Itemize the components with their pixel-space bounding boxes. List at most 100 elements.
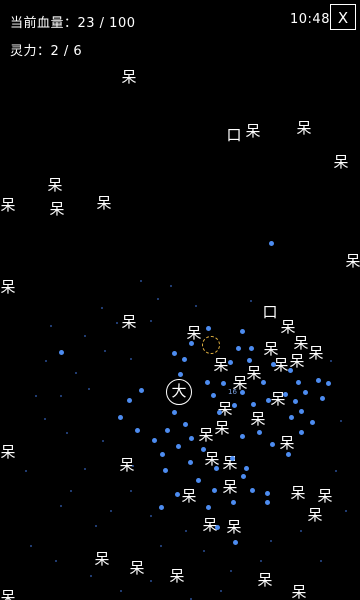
projectile-dot: [231, 500, 236, 505]
projectile-speck: [157, 298, 159, 300]
projectile-speck: [300, 530, 302, 532]
projectile-dot: [261, 380, 266, 385]
enemy-glyph: 呆: [290, 484, 306, 502]
projectile-dot: [189, 341, 194, 346]
projectile-dot: [118, 415, 123, 420]
spirit-label: 灵力：2 / 6: [10, 44, 83, 59]
projectile-dot: [214, 466, 219, 471]
projectile-dot: [211, 393, 216, 398]
enemy-glyph: 呆: [94, 550, 110, 568]
projectile-speck: [101, 307, 103, 309]
projectile-dot: [247, 358, 252, 363]
enemy-glyph: 呆: [257, 571, 273, 589]
enemy-glyph: 呆: [293, 334, 309, 352]
projectile-speck: [102, 440, 104, 442]
projectile-dot: [230, 456, 235, 461]
projectile-dot: [240, 434, 245, 439]
projectile-dot: [212, 488, 217, 493]
projectile-speck: [25, 470, 27, 472]
projectile-speck: [195, 305, 197, 307]
enemy-glyph: 呆: [121, 313, 137, 331]
projectile-speck: [45, 360, 47, 362]
projectile-dot: [160, 452, 165, 457]
projectile-dot: [241, 474, 246, 479]
tiny-number: 16: [228, 388, 237, 396]
projectile-speck: [140, 280, 142, 282]
projectile-dot: [296, 380, 301, 385]
enemy-glyph: 呆: [222, 478, 238, 496]
projectile-dot: [249, 346, 254, 351]
projectile-speck: [84, 335, 86, 337]
projectile-dot: [127, 398, 132, 403]
projectile-dot: [172, 351, 177, 356]
projectile-dot: [217, 410, 222, 415]
enemy-glyph: 呆: [279, 434, 295, 452]
projectile-speck: [345, 510, 347, 512]
projectile-dot: [303, 390, 308, 395]
projectile-dot: [215, 525, 220, 530]
projectile-dot: [236, 346, 241, 351]
enemy-glyph: 呆: [250, 410, 266, 428]
enemy-glyph: 呆: [345, 252, 360, 270]
projectile-dot: [257, 430, 262, 435]
projectile-speck: [70, 490, 72, 492]
projectile-speck: [340, 420, 342, 422]
projectile-speck: [330, 360, 332, 362]
projectile-speck: [260, 560, 262, 562]
projectile-dot: [265, 491, 270, 496]
enemy-glyph: 呆: [0, 278, 16, 296]
projectile-speck: [130, 490, 132, 492]
projectile-dot: [271, 362, 276, 367]
projectile-dot: [206, 326, 211, 331]
enemy-glyph: 呆: [214, 419, 230, 437]
enemy-glyph: 呆: [47, 176, 63, 194]
projectile-speck: [160, 545, 162, 547]
projectile-dot: [175, 492, 180, 497]
projectile-dot: [159, 505, 164, 510]
projectile-dot: [240, 390, 245, 395]
projectile-dot: [288, 368, 293, 373]
projectile-speck: [66, 432, 68, 434]
projectile-speck: [150, 320, 152, 322]
box-glyph: 口: [226, 126, 242, 144]
projectile-speck: [104, 350, 106, 352]
projectile-dot: [135, 428, 140, 433]
enemy-glyph: 呆: [246, 364, 262, 382]
enemy-glyph: 呆: [333, 153, 349, 171]
projectile-speck: [130, 358, 132, 360]
projectile-speck: [150, 515, 152, 517]
projectile-dot: [221, 381, 226, 386]
close-button[interactable]: X: [330, 4, 356, 30]
projectile-speck: [110, 510, 112, 512]
projectile-dot: [163, 468, 168, 473]
game-stage[interactable]: 当前血量：23 / 100 灵力：2 / 6 10:48 X 呆呆呆呆呆呆呆呆呆…: [0, 0, 360, 600]
projectile-dot: [265, 500, 270, 505]
target-reticle: [202, 336, 220, 354]
projectile-speck: [44, 418, 46, 420]
enemy-glyph: 呆: [129, 559, 145, 577]
projectile-speck: [60, 505, 62, 507]
projectile-dot: [289, 415, 294, 420]
enemy-glyph: 呆: [317, 487, 333, 505]
projectile-dot: [206, 505, 211, 510]
enemy-glyph: 呆: [121, 68, 137, 86]
projectile-speck: [55, 560, 57, 562]
projectile-dot: [299, 430, 304, 435]
projectile-dot: [232, 403, 237, 408]
projectile-dot: [176, 444, 181, 449]
projectile-dot: [299, 409, 304, 414]
projectile-dot: [240, 329, 245, 334]
enemy-glyph: 呆: [226, 518, 242, 536]
projectile-speck: [185, 530, 187, 532]
projectile-dot: [283, 392, 288, 397]
projectile-dot: [205, 380, 210, 385]
projectile-speck: [150, 580, 152, 582]
enemy-glyph: 呆: [96, 194, 112, 212]
projectile-speck: [335, 470, 337, 472]
player-character[interactable]: 大: [166, 379, 192, 405]
projectile-dot: [286, 452, 291, 457]
projectile-dot: [172, 410, 177, 415]
hp-label: 当前血量：23 / 100: [10, 16, 136, 31]
projectile-speck: [95, 525, 97, 527]
projectile-dot: [269, 241, 274, 246]
